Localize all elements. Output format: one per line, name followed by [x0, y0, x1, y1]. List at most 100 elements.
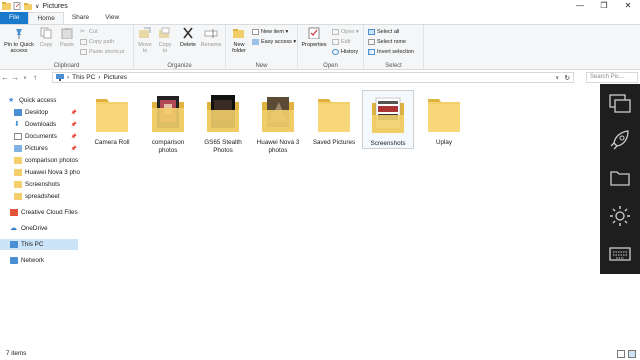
- folder-icon: [14, 181, 22, 188]
- folder-with-photos-icon: [152, 96, 184, 132]
- select-none-button[interactable]: Select none: [368, 38, 406, 46]
- nav-spreadsheet[interactable]: spreadsheet: [14, 191, 80, 202]
- copy-button[interactable]: Copy: [38, 27, 54, 48]
- address-bar[interactable]: › This PC › Pictures ∨ ↻: [52, 72, 574, 83]
- new-folder-quick-icon[interactable]: [24, 2, 33, 10]
- nav-creative-cloud[interactable]: Creative Cloud Files: [10, 207, 80, 218]
- copy-to-button[interactable]: Copy to: [156, 27, 174, 54]
- breadcrumb-pictures[interactable]: Pictures: [103, 74, 126, 81]
- pin-icon[interactable]: 📌: [71, 110, 77, 116]
- pictures-icon: [14, 145, 22, 152]
- maximize-button[interactable]: ❐: [592, 0, 616, 12]
- new-item-button[interactable]: New item ▾: [252, 28, 288, 36]
- navigation-pane: ★ Quick access Desktop 📌 ⬇ Downloads 📌 Docum…: [0, 90, 80, 348]
- documents-icon: [14, 133, 22, 140]
- easy-access-button[interactable]: Easy access ▾: [252, 38, 296, 46]
- folder-item[interactable]: Camera Roll: [86, 90, 138, 147]
- recent-dropdown-icon[interactable]: ∨: [20, 75, 30, 81]
- breadcrumb-separator-icon: ›: [67, 74, 70, 81]
- select-group: Select all Select none Invert selection …: [364, 25, 424, 70]
- move-to-icon: [139, 27, 151, 38]
- properties-quick-icon[interactable]: [13, 2, 22, 10]
- paste-button[interactable]: Paste: [58, 27, 76, 48]
- invert-selection-button[interactable]: Invert selection: [368, 48, 414, 56]
- address-dropdown-icon[interactable]: ∨: [555, 75, 559, 81]
- copy-path-button[interactable]: Copy path: [80, 38, 114, 46]
- tab-share[interactable]: Share: [64, 12, 97, 24]
- cut-button[interactable]: ✂ Cut: [80, 28, 98, 36]
- nav-comparison-photos[interactable]: comparison photos: [14, 155, 80, 166]
- keyboard-icon[interactable]: [608, 242, 632, 266]
- rename-button[interactable]: Rename: [200, 27, 222, 48]
- large-icons-view-icon[interactable]: [628, 350, 636, 358]
- close-button[interactable]: ✕: [616, 0, 640, 12]
- tab-view[interactable]: View: [97, 12, 127, 24]
- easy-access-icon: [252, 39, 259, 45]
- delete-button[interactable]: Delete: [178, 27, 198, 48]
- folder-item[interactable]: Huawei Nova 3 photos: [252, 90, 304, 155]
- properties-button[interactable]: Properties: [300, 27, 328, 48]
- nav-quick-access[interactable]: ★ Quick access: [8, 95, 80, 106]
- tab-file[interactable]: File: [0, 12, 29, 24]
- address-row: ← → ∨ ↑ › This PC › Pictures ∨ ↻ Search …: [0, 71, 640, 84]
- nav-documents[interactable]: Documents 📌: [14, 131, 80, 142]
- status-bar: 7 items: [0, 348, 640, 360]
- nav-screenshots[interactable]: Screenshots: [14, 179, 80, 190]
- open-button[interactable]: Open ▾: [332, 28, 359, 36]
- copy-path-icon: [80, 39, 87, 45]
- nav-huawei-nova[interactable]: Huawei Nova 3 pho: [14, 167, 80, 178]
- pin-icon[interactable]: 📌: [71, 122, 77, 128]
- organize-label: Organize: [167, 63, 192, 69]
- breadcrumb-this-pc[interactable]: This PC: [72, 74, 95, 81]
- window-switch-icon[interactable]: [608, 92, 632, 116]
- nav-pictures[interactable]: Pictures 📌: [14, 143, 80, 154]
- folder-item[interactable]: comparison photos: [142, 90, 194, 155]
- new-folder-button[interactable]: New folder: [228, 27, 250, 54]
- minimize-button[interactable]: —: [568, 0, 592, 12]
- move-to-button[interactable]: Move to: [136, 27, 154, 54]
- folder-item[interactable]: Saved Pictures: [308, 90, 360, 147]
- delete-icon: [183, 27, 193, 39]
- folder-icon: [2, 2, 11, 10]
- tab-home[interactable]: Home: [28, 12, 64, 24]
- computer-icon: [10, 241, 18, 248]
- open-label: Open: [323, 63, 338, 69]
- ribbon: Pin to Quick access Copy Paste ✂ Cut Copy…: [0, 24, 640, 70]
- folder-icon: [96, 99, 128, 132]
- nav-onedrive[interactable]: ☁ OneDrive: [10, 223, 80, 234]
- history-icon: [332, 49, 339, 55]
- folder-item[interactable]: GS65 Stealth Photos: [197, 90, 249, 155]
- properties-icon: [308, 27, 320, 40]
- nav-this-pc[interactable]: This PC: [0, 239, 78, 250]
- copy-to-icon: [159, 27, 170, 38]
- new-folder-icon: [233, 29, 244, 38]
- folder-icon: [14, 169, 22, 176]
- up-arrow-icon[interactable]: ↑: [30, 73, 40, 82]
- forward-arrow-icon[interactable]: →: [10, 73, 20, 82]
- folder-icon: [14, 193, 22, 200]
- folder-item-selected[interactable]: Screenshots: [362, 90, 414, 149]
- pin-quick-access-button[interactable]: Pin to Quick access: [2, 27, 36, 54]
- details-view-icon[interactable]: [617, 350, 625, 358]
- history-button[interactable]: History: [332, 48, 358, 56]
- folder-label: Screenshots: [370, 140, 406, 147]
- gear-icon[interactable]: [608, 204, 632, 228]
- select-all-icon: [368, 29, 375, 35]
- pin-icon[interactable]: 📌: [71, 146, 77, 152]
- folder-label: GS65 Stealth Photos: [204, 139, 242, 154]
- rocket-icon[interactable]: [608, 128, 632, 152]
- search-box[interactable]: Search Pic...: [586, 72, 638, 83]
- nav-desktop[interactable]: Desktop 📌: [14, 107, 80, 118]
- back-arrow-icon[interactable]: ←: [0, 73, 10, 82]
- refresh-icon[interactable]: ↻: [565, 74, 570, 82]
- quick-access-dropdown[interactable]: ∨: [35, 3, 39, 10]
- pin-icon[interactable]: 📌: [71, 134, 77, 140]
- folder-icon[interactable]: [608, 166, 632, 190]
- paste-shortcut-button[interactable]: Paste shortcut: [80, 48, 124, 56]
- nav-network[interactable]: Network: [10, 255, 80, 266]
- breadcrumb-separator-icon: ›: [98, 74, 101, 81]
- folder-item[interactable]: Uplay: [418, 90, 470, 147]
- select-all-button[interactable]: Select all: [368, 28, 399, 36]
- edit-button[interactable]: Edit: [332, 38, 350, 46]
- nav-downloads[interactable]: ⬇ Downloads 📌: [14, 119, 80, 130]
